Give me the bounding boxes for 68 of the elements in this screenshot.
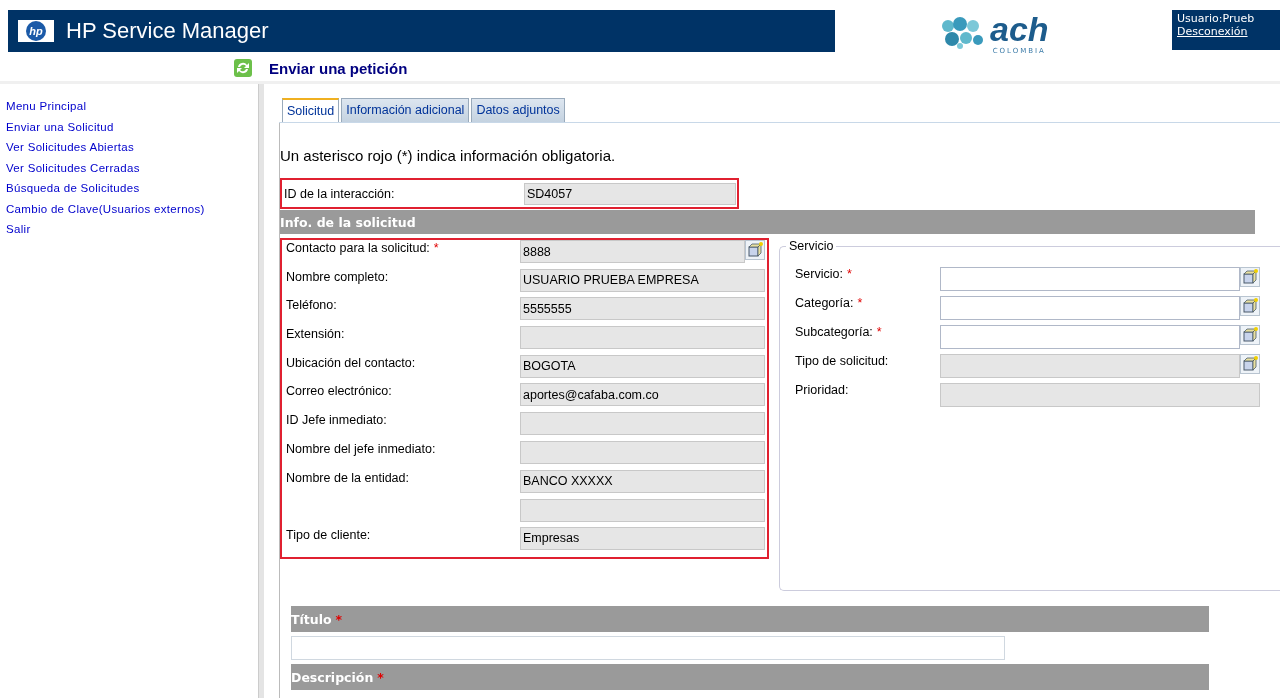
- product-title: HP Service Manager: [66, 18, 269, 44]
- field-label: Extensión:: [286, 327, 345, 342]
- required-mark: *: [846, 267, 852, 281]
- text-field[interactable]: [520, 412, 765, 436]
- text-field[interactable]: aportes@cafaba.com.co: [520, 383, 765, 407]
- text-field[interactable]: [940, 383, 1260, 407]
- text-field[interactable]: BOGOTA: [520, 354, 765, 378]
- sidebar-link[interactable]: Menu Principal: [6, 96, 258, 117]
- lookup-icon[interactable]: [1240, 296, 1260, 316]
- field-label: Nombre completo:: [286, 269, 389, 284]
- text-field[interactable]: [520, 498, 765, 522]
- refresh-icon[interactable]: [234, 59, 252, 77]
- field-label: Tipo de cliente:: [286, 527, 371, 542]
- sidebar-link[interactable]: Cambio de Clave(Usuarios externos): [6, 198, 258, 219]
- text-field[interactable]: BANCO XXXXX: [520, 469, 765, 493]
- field-label: ID Jefe inmediato:: [286, 413, 387, 428]
- required-mark: *: [377, 669, 384, 685]
- text-field[interactable]: SD4057: [524, 182, 736, 205]
- tab[interactable]: Datos adjuntos: [471, 98, 565, 122]
- tab[interactable]: Información adicional: [341, 98, 470, 122]
- sidebar-link[interactable]: Ver Solicitudes Cerradas: [6, 157, 258, 178]
- text-field[interactable]: [940, 296, 1240, 320]
- tab[interactable]: Solicitud: [282, 98, 340, 122]
- text-field[interactable]: 5555555: [520, 297, 765, 321]
- text-field[interactable]: [940, 267, 1240, 291]
- group-legend: Servicio: [786, 239, 837, 253]
- field-label: ID de la interacción:: [283, 186, 396, 201]
- field-label: Nombre del jefe inmediato:: [286, 441, 436, 456]
- field-label: Teléfono:: [286, 298, 337, 313]
- sidebar-link[interactable]: Ver Solicitudes Abiertas: [6, 137, 258, 158]
- field-label: Nombre de la entidad:: [286, 470, 409, 485]
- logo-icon: hp: [18, 20, 54, 42]
- lookup-icon[interactable]: [1240, 267, 1260, 287]
- field-label: Contacto para la solicitud:: [286, 241, 430, 255]
- text-field[interactable]: [520, 440, 765, 464]
- field-label: Categoría:: [795, 296, 854, 310]
- lookup-icon[interactable]: [745, 240, 765, 260]
- section-header: Info. de la solicitud: [280, 210, 1255, 234]
- logout-link[interactable]: Desconexión: [1177, 25, 1280, 38]
- required-mark: *: [876, 325, 882, 339]
- required-mark: *: [335, 611, 343, 627]
- field-label: Prioridad:: [795, 383, 849, 397]
- sidebar-link[interactable]: Salir: [6, 219, 258, 240]
- user-name: Usuario:Prueb: [1177, 12, 1256, 25]
- sidebar-link[interactable]: Enviar una Solicitud: [6, 116, 258, 137]
- title-field[interactable]: [291, 636, 1005, 660]
- text-field[interactable]: 8888: [520, 240, 745, 263]
- field-label: Tipo de solicitud:: [795, 354, 889, 368]
- required-mark: *: [433, 241, 439, 255]
- field-label: Servicio:: [795, 267, 843, 281]
- text-field[interactable]: [520, 326, 765, 350]
- lookup-icon[interactable]: [1240, 354, 1260, 374]
- lookup-icon[interactable]: [1240, 325, 1260, 345]
- bubbles-icon: [940, 16, 986, 50]
- section-title: Descripción: [291, 669, 374, 685]
- partner-logo: ach: [990, 11, 1049, 47]
- field-label: Subcategoría:: [795, 325, 873, 339]
- text-field[interactable]: USUARIO PRUEBA EMPRESA: [520, 268, 765, 292]
- text-field[interactable]: [940, 354, 1240, 378]
- text-field[interactable]: Empresas: [520, 526, 765, 550]
- field-label: Correo electrónico:: [286, 384, 392, 399]
- field-label: Ubicación del contacto:: [286, 355, 416, 370]
- text-field[interactable]: [940, 325, 1240, 349]
- instruction-text: Un asterisco rojo (*) indica información obligatoria.: [280, 147, 617, 164]
- page-title: Enviar una petición: [269, 59, 408, 77]
- sidebar-link[interactable]: Búsqueda de Solicitudes: [6, 178, 258, 199]
- section-title: Título: [291, 611, 332, 627]
- required-mark: *: [857, 296, 863, 310]
